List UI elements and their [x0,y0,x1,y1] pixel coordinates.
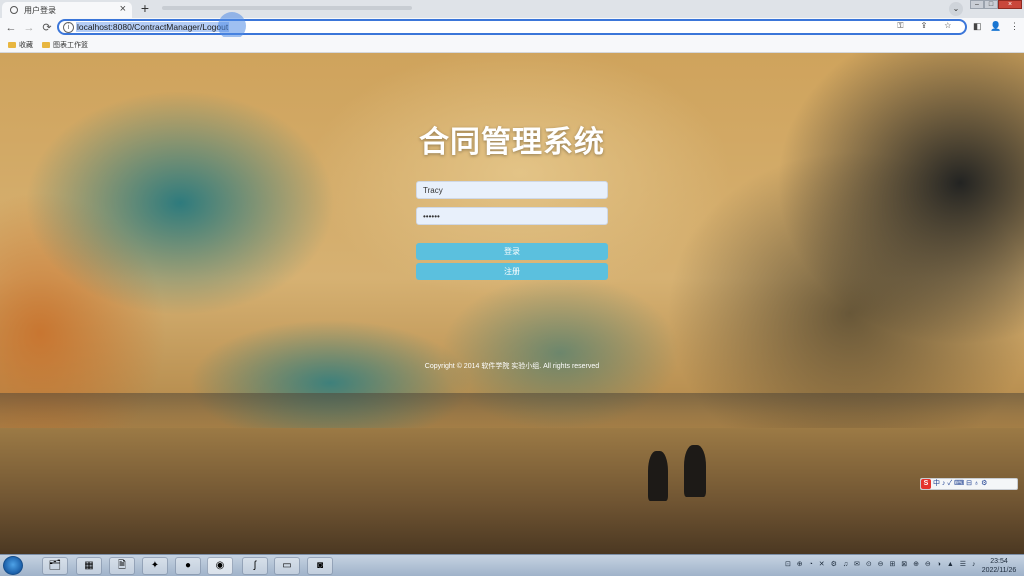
active-tab[interactable]: 用户登录 × [2,2,132,18]
taskbar-app-icon[interactable]: ✦ [142,557,168,575]
tab-close-icon[interactable]: × [120,3,126,15]
bookmark-label: 图表工作篮 [53,42,88,49]
tab-search-dropdown-icon[interactable]: ⌄ [949,2,963,16]
folder-icon [42,42,50,49]
folder-icon [8,42,16,49]
side-panel-icon[interactable]: ◧ [973,21,982,32]
system-tray-icons[interactable]: ⊡ ⊕ ◔ ✕ ⚙ ♫ ✉ ⊙ ⊖ ⊞ ⊠ ⊕ ⊖ ◑ ▲ ☰ ♪ [785,560,977,568]
site-info-icon[interactable]: i [63,22,74,33]
copyright-footer: Copyright © 2014 软件学院 实验小组. All rights r… [0,361,1024,371]
tab-strip-empty [162,6,412,10]
reload-button[interactable]: ⟳ [40,21,54,35]
footer-prefix: Copyright © 2014 软件学院 [424,363,512,370]
back-button[interactable]: ← [4,21,18,35]
window-close-button[interactable]: × [998,0,1022,9]
clock-date: 2022/11/26 [981,567,1017,574]
ime-logo-icon: S [921,479,931,489]
page-title: 合同管理系统 [419,126,605,159]
ime-toolbar[interactable]: S 中 ♪ ✓ ⌨ ⊟ ♁ ⚙ [920,478,1018,490]
tab-favicon-icon [10,6,18,14]
menu-icon[interactable]: ⋮ [1010,21,1019,32]
taskbar: 🗂 ▦ 🗎 ✦ ● ◉ ʃ ▭ ◙ ⊡ ⊕ ◔ ✕ ⚙ ♫ ✉ ⊙ ⊖ ⊞ ⊠ … [0,554,1024,576]
browser-toolbar: ← → ⟳ i localhost:8080/ContractManager/L… [0,18,1024,37]
login-button[interactable]: 登录 [416,243,608,260]
taskbar-app-icon[interactable]: ● [175,557,201,575]
taskbar-app-icon[interactable]: 🗂 [42,557,68,575]
explorer-taskbar-icon[interactable]: ▭ [274,557,300,575]
address-url[interactable]: localhost:8080/ContractManager/Logout [76,22,230,32]
bookmark-label: 收藏 [19,42,33,49]
chrome-taskbar-icon[interactable]: ◉ [207,557,233,575]
tab-title: 用户登录 [24,6,56,15]
profile-icon[interactable]: 👤 [990,21,1001,32]
mouse-cursor-highlight [218,12,246,40]
window-maximize-button[interactable]: □ [984,0,998,9]
register-button[interactable]: 注册 [416,263,608,280]
login-page: 合同管理系统 登录 注册 Copyright © 2014 软件学院 实验小组.… [0,53,1024,554]
window-minimize-button[interactable]: – [970,0,984,9]
password-input[interactable] [416,207,608,225]
new-tab-button[interactable]: + [138,1,152,15]
tab-strip: 用户登录 × + ⌄ – □ × [0,0,1024,18]
bookmark-folder[interactable]: 图表工作篮 [42,40,88,50]
ime-mode[interactable]: 中 [933,480,940,487]
taskbar-clock[interactable]: 23:54 2022/11/26 [975,557,1023,575]
username-input[interactable] [416,181,608,199]
bookmark-folder[interactable]: 收藏 [8,40,33,50]
address-bar[interactable]: i localhost:8080/ContractManager/Logout … [57,19,967,35]
background-ground [0,428,1024,554]
footer-suffix: 实验小组. All rights reserved [511,363,600,370]
taskbar-app-icon[interactable]: ▦ [76,557,102,575]
background-figure [648,451,668,501]
clock-time: 23:54 [990,558,1008,565]
taskbar-app-icon[interactable]: ʃ [242,557,268,575]
forward-button[interactable]: → [22,21,36,35]
background-figure [684,445,706,497]
omnibox-action-icons[interactable]: ⚿ ⇪ ☆ [897,21,959,31]
ime-tool-icons[interactable]: ♪ ✓ ⌨ ⊟ ♁ ⚙ [942,480,988,487]
recorder-taskbar-icon[interactable]: ◙ [307,557,333,575]
taskbar-app-icon[interactable]: 🗎 [109,557,135,575]
background-horizon [0,393,1024,433]
bookmarks-bar: 收藏 图表工作篮 [0,37,1024,53]
start-button[interactable] [3,556,23,575]
